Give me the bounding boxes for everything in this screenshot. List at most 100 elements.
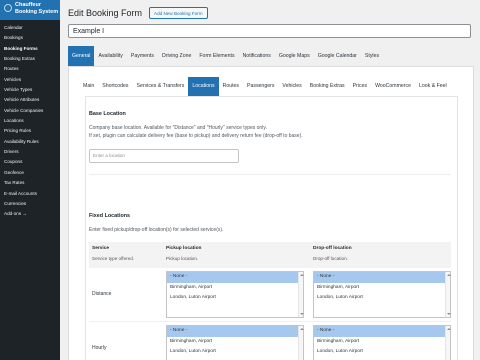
base-location-desc-1: Company base location. Available for "Di…: [89, 125, 267, 131]
option-birmingham-airport[interactable]: Birmingham, Airport: [314, 337, 450, 348]
option-none[interactable]: - None -: [167, 326, 303, 337]
base-location-desc-2: If set, plugin can calculate delivery fe…: [89, 133, 303, 139]
subtab-prices[interactable]: Prices: [349, 77, 371, 96]
option-none[interactable]: - None -: [167, 272, 303, 283]
col-pickup-sub: Pickup location.: [166, 256, 199, 261]
option-none[interactable]: - None -: [314, 272, 450, 283]
table-row: Hourly - None - Birmingham, Airport Lond…: [89, 322, 451, 360]
general-panel: Main Shortcodes Services & Transfers Loc…: [68, 66, 474, 360]
subtab-passengers[interactable]: Passengers: [243, 77, 278, 96]
sidebar-item-geofence[interactable]: Geofence: [0, 168, 60, 178]
scroll-up-icon[interactable]: [299, 328, 304, 330]
col-service-sub: Service type offered.: [92, 256, 135, 261]
subtab-locations[interactable]: Locations: [188, 77, 219, 96]
option-london-luton-airport[interactable]: London, Luton Airport: [167, 293, 303, 304]
option-birmingham-airport[interactable]: Birmingham, Airport: [167, 337, 303, 348]
base-location-input[interactable]: Enter a location: [89, 149, 239, 163]
sidebar-item-vehicle-companies[interactable]: Vehicle Companies: [0, 106, 60, 116]
tab-availability[interactable]: Availability: [94, 46, 126, 66]
service-name: Distance: [92, 291, 112, 297]
sidebar-item-currencies[interactable]: Currencies: [0, 199, 60, 209]
subtab-main[interactable]: Main: [79, 77, 98, 96]
base-location-heading: Base Location: [89, 111, 126, 117]
plugin-gear-icon: [4, 4, 12, 12]
main-area: Edit Booking Form Add New Booking Form E…: [60, 0, 480, 360]
dropoff-location-select[interactable]: - None - Birmingham, Airport London, Lut…: [313, 271, 451, 318]
sidebar-item-bookings[interactable]: Bookings: [0, 33, 60, 43]
option-birmingham-airport[interactable]: Birmingham, Airport: [314, 283, 450, 294]
option-birmingham-airport[interactable]: Birmingham, Airport: [167, 283, 303, 294]
sidebar-item-routes[interactable]: Routes: [0, 64, 60, 74]
main-tabs: General Availability Payments Driving Zo…: [68, 46, 383, 66]
col-dropoff-sub: Drop-off location.: [313, 256, 348, 261]
sidebar-item-pricing-rules[interactable]: Pricing Rules: [0, 126, 60, 136]
table-header: Service Service type offered. Pickup loc…: [89, 242, 451, 268]
option-london-luton-airport[interactable]: London, Luton Airport: [167, 347, 303, 358]
sidebar-item-vehicle-attributes[interactable]: Vehicle Attributes: [0, 95, 60, 105]
subtab-shortcodes[interactable]: Shortcodes: [98, 77, 132, 96]
pickup-location-select[interactable]: - None - Birmingham, Airport London, Lut…: [166, 325, 304, 360]
subtab-woocommerce[interactable]: WooCommerce: [371, 77, 415, 96]
form-name-input[interactable]: Example I: [68, 24, 471, 38]
tab-general[interactable]: General: [68, 46, 95, 66]
page-title: Edit Booking Form: [68, 8, 143, 18]
fixed-locations-desc: Enter fixed pickup/drop-off location(s) …: [89, 227, 224, 233]
sidebar-item-email-accounts[interactable]: E-mail Accounts: [0, 189, 60, 199]
plugin-title-line1: Chauffeur: [15, 2, 41, 8]
sidebar-item-booking-extras[interactable]: Booking Extras: [0, 54, 60, 64]
fixed-locations-heading: Fixed Locations: [89, 213, 131, 219]
tab-notifications[interactable]: Notifications: [239, 46, 275, 66]
subtab-vehicles[interactable]: Vehicles: [278, 77, 305, 96]
option-london-luton-airport[interactable]: London, Luton Airport: [314, 293, 450, 304]
sidebar-plugin-header[interactable]: Chauffeur Booking System: [0, 0, 60, 20]
col-dropoff-title: Drop-off location: [313, 246, 352, 251]
sub-tabs: Main Shortcodes Services & Transfers Loc…: [79, 77, 451, 96]
pickup-location-select[interactable]: - None - Birmingham, Airport London, Lut…: [166, 271, 304, 318]
subtab-look-feel[interactable]: Look & Feel: [415, 77, 451, 96]
subtab-routes[interactable]: Routes: [219, 77, 243, 96]
section-divider: [89, 174, 451, 175]
sidebar-item-vehicles[interactable]: Vehicles: [0, 75, 60, 85]
subtab-services-transfers[interactable]: Services & Transfers: [133, 77, 189, 96]
option-london-luton-airport[interactable]: London, Luton Airport: [314, 347, 450, 358]
listbox-scrollbar[interactable]: [298, 272, 304, 317]
service-name: Hourly: [92, 345, 107, 351]
sidebar-item-locations[interactable]: Locations: [0, 116, 60, 126]
locations-content: Base Location Company base location. Ava…: [85, 96, 458, 360]
listbox-scrollbar[interactable]: [445, 272, 451, 317]
col-service-title: Service: [92, 246, 110, 251]
option-none[interactable]: - None -: [314, 326, 450, 337]
dropoff-location-select[interactable]: - None - Birmingham, Airport London, Lut…: [313, 325, 451, 360]
table-row: Distance - None - Birmingham, Airport Lo…: [89, 268, 451, 322]
sidebar-item-booking-forms[interactable]: Booking Forms: [0, 44, 60, 54]
scroll-up-icon[interactable]: [299, 274, 304, 276]
admin-sidebar: Chauffeur Booking System Calendar Bookin…: [0, 0, 60, 360]
scroll-up-icon[interactable]: [446, 328, 451, 330]
tab-form-elements[interactable]: Form Elements: [195, 46, 238, 66]
fixed-locations-table: Service Service type offered. Pickup loc…: [89, 242, 451, 360]
tab-google-maps[interactable]: Google Maps: [275, 46, 314, 66]
add-new-booking-form-button[interactable]: Add New Booking Form: [149, 7, 208, 19]
plugin-title: Chauffeur Booking System: [15, 2, 58, 16]
tab-driving-zone[interactable]: Driving Zone: [158, 46, 195, 66]
page-header: Edit Booking Form Add New Booking Form: [68, 7, 208, 19]
sidebar-item-vehicle-types[interactable]: Vehicle Types: [0, 85, 60, 95]
sidebar-item-availability-rules[interactable]: Availability Rules: [0, 137, 60, 147]
scroll-up-icon[interactable]: [446, 274, 451, 276]
plugin-title-line2: Booking System: [15, 9, 59, 15]
sidebar-menu: Calendar Bookings Booking Forms Booking …: [0, 20, 60, 220]
sidebar-item-coupons[interactable]: Coupons: [0, 157, 60, 167]
tab-styles[interactable]: Styles: [361, 46, 383, 66]
sidebar-item-calendar[interactable]: Calendar: [0, 23, 60, 33]
tab-google-calendar[interactable]: Google Calendar: [314, 46, 361, 66]
listbox-scrollbar[interactable]: [445, 326, 451, 360]
subtab-booking-extras[interactable]: Booking Extras: [306, 77, 349, 96]
scroll-down-icon[interactable]: [446, 313, 451, 315]
listbox-scrollbar[interactable]: [298, 326, 304, 360]
scroll-down-icon[interactable]: [299, 313, 304, 315]
col-pickup-title: Pickup location: [166, 246, 202, 251]
tab-payments[interactable]: Payments: [127, 46, 158, 66]
sidebar-item-add-ons[interactable]: Add-ons →: [0, 209, 60, 219]
sidebar-item-tax-rates[interactable]: Tax Rates: [0, 178, 60, 188]
sidebar-item-drivers[interactable]: Drivers: [0, 147, 60, 157]
